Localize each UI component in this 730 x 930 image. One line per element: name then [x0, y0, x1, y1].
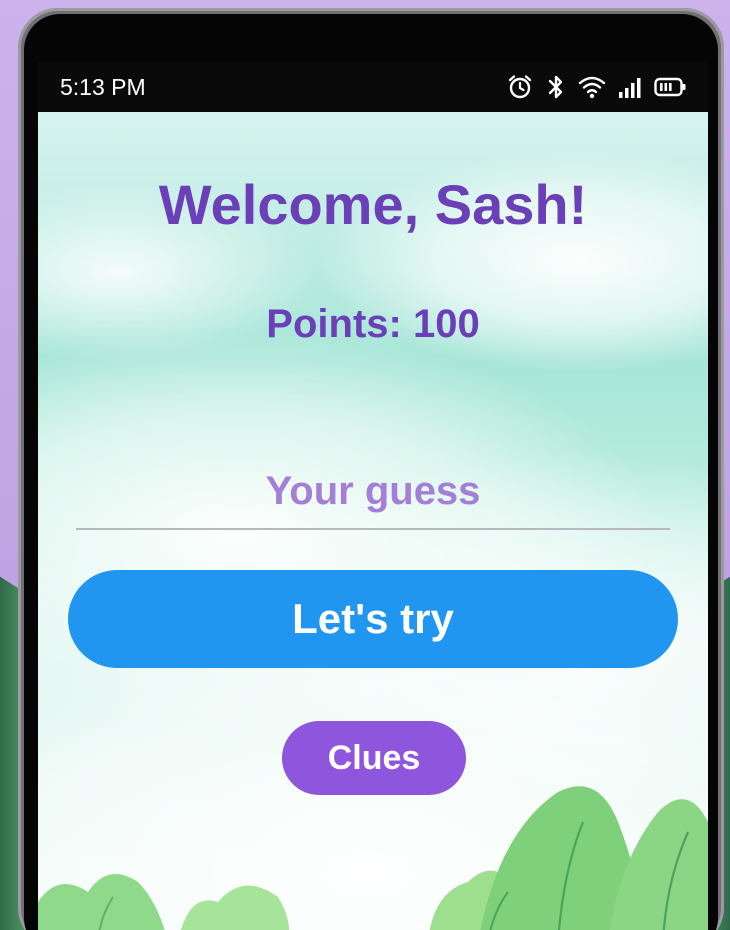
alarm-icon	[506, 73, 534, 101]
bushes-illustration	[38, 786, 708, 930]
welcome-heading: Welcome, Sash!	[158, 173, 588, 236]
game-screen: Welcome, Sash! Points: 100 Let's try Clu…	[38, 112, 708, 930]
points-label: Points: 100	[266, 302, 480, 346]
guess-input[interactable]	[76, 454, 670, 530]
status-icons	[506, 73, 686, 101]
signal-icon	[618, 75, 642, 99]
wifi-icon	[578, 75, 606, 99]
try-button[interactable]: Let's try	[68, 570, 678, 668]
phone-screen: 5:13 PM Welcome, Sash! Points: 100 Your …	[38, 62, 708, 930]
battery-icon	[654, 76, 686, 98]
status-time: 5:13 PM	[60, 73, 146, 100]
status-bar: 5:13 PM	[38, 62, 708, 112]
bluetooth-icon	[546, 73, 566, 101]
